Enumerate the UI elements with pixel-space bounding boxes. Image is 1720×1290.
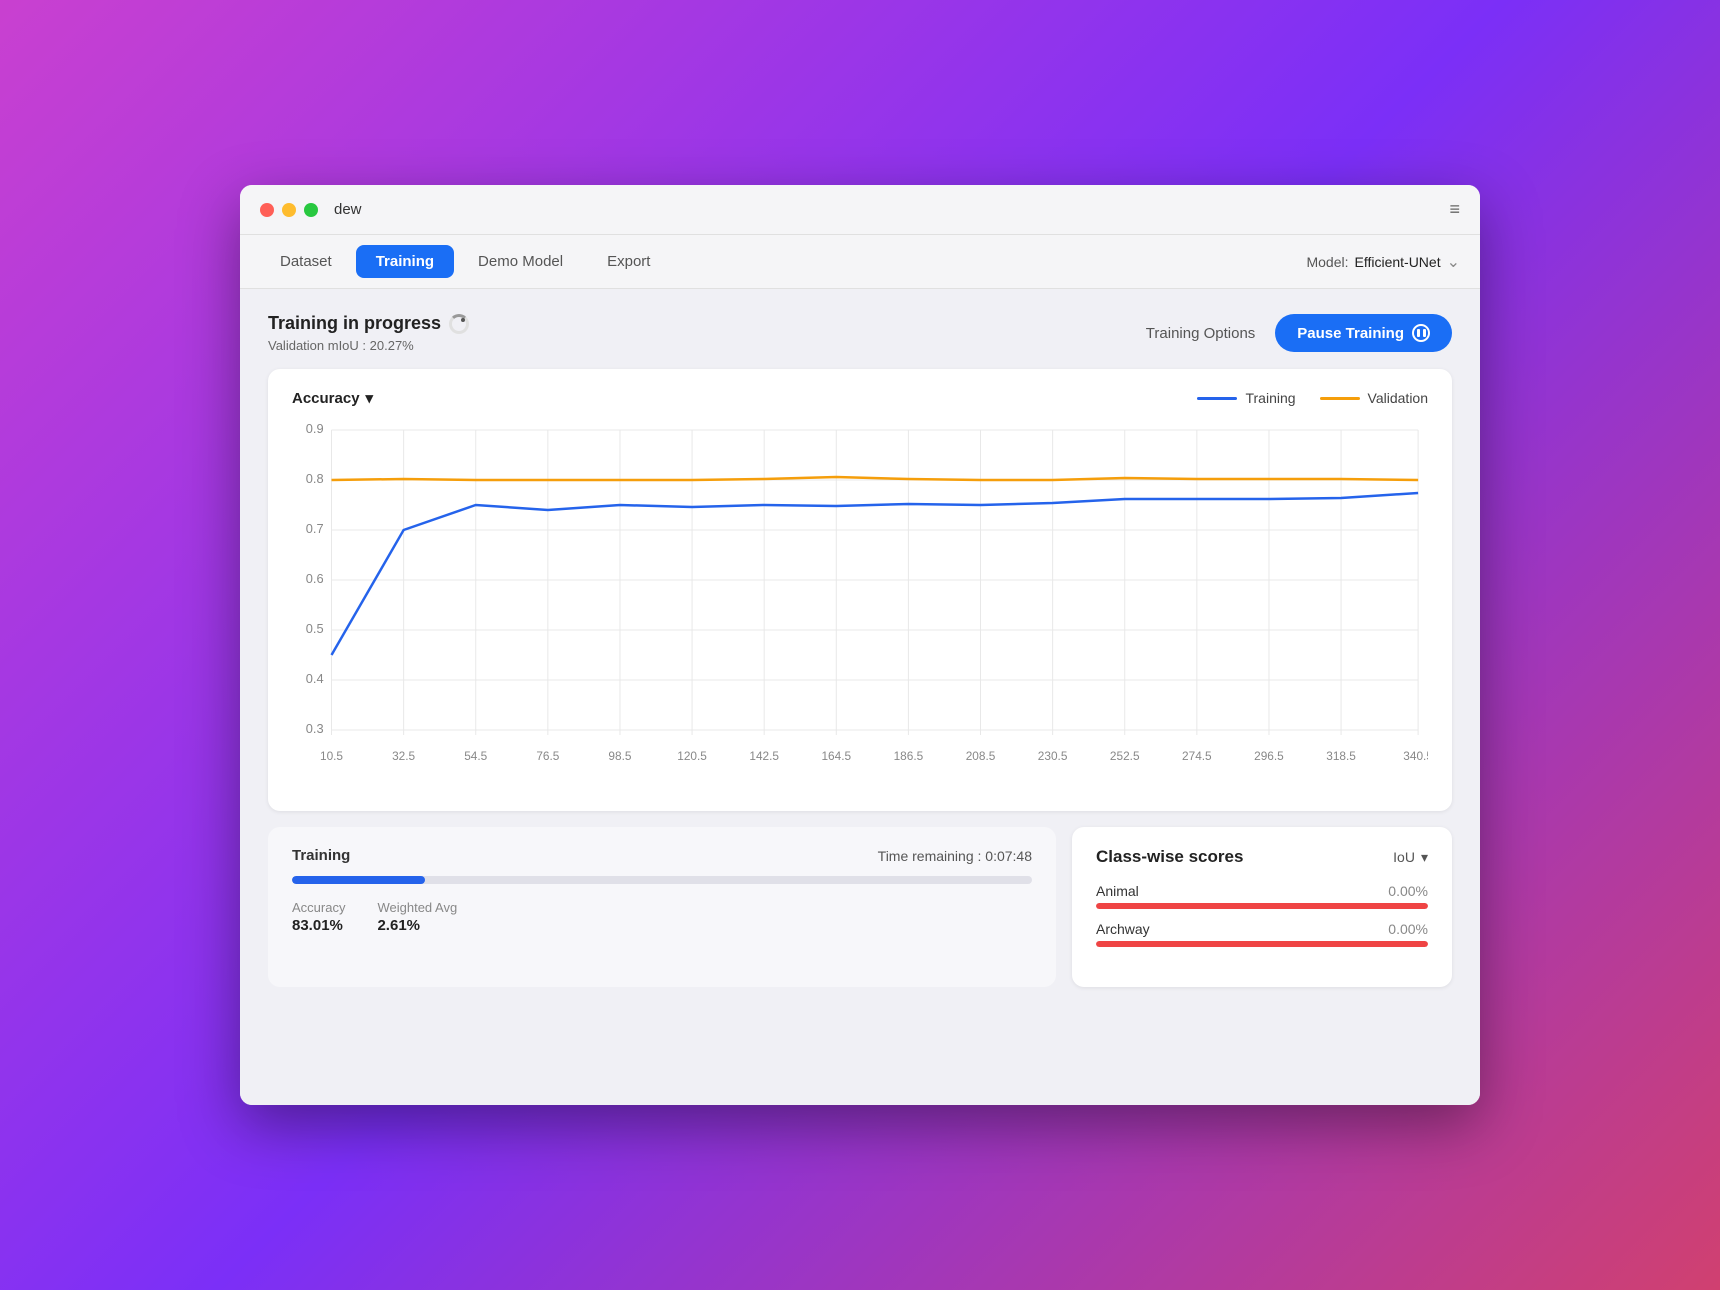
chevron-down-icon: ⌄ xyxy=(1447,252,1460,272)
time-remaining: Time remaining : 0:07:48 xyxy=(878,848,1032,864)
progress-label: Training xyxy=(292,847,350,864)
close-button[interactable] xyxy=(260,203,274,217)
bottom-section: Training Time remaining : 0:07:48 Accura… xyxy=(268,827,1452,987)
spinner-icon xyxy=(449,314,469,334)
main-content: Training in progress Validation mIoU : 2… xyxy=(240,289,1480,1105)
accuracy-chart: 0.9 0.8 0.7 0.6 0.5 0.4 0.3 xyxy=(292,415,1428,795)
model-name: Efficient-UNet xyxy=(1354,254,1440,270)
pause-training-button[interactable]: Pause Training xyxy=(1275,314,1452,352)
chevron-down-icon: ▾ xyxy=(366,389,374,407)
menu-icon[interactable]: ≡ xyxy=(1449,199,1460,220)
titlebar: dew ≡ xyxy=(240,185,1480,235)
app-window: dew ≡ Dataset Training Demo Model Export… xyxy=(240,185,1480,1105)
status-title: Training in progress xyxy=(268,313,469,334)
svg-text:98.5: 98.5 xyxy=(608,749,631,763)
scores-metric-selector[interactable]: IoU ▾ xyxy=(1393,849,1428,866)
chevron-down-icon: ▾ xyxy=(1421,849,1428,866)
training-line-icon xyxy=(1197,397,1237,400)
accuracy-metric: Accuracy 83.01% xyxy=(292,900,345,934)
svg-text:0.8: 0.8 xyxy=(306,471,324,486)
svg-text:0.4: 0.4 xyxy=(306,671,324,686)
legend-validation: Validation xyxy=(1320,390,1428,406)
model-selector[interactable]: Model: Efficient-UNet ⌄ xyxy=(1306,252,1460,272)
metrics-row: Accuracy 83.01% Weighted Avg 2.61% xyxy=(292,900,1032,934)
svg-text:120.5: 120.5 xyxy=(677,749,707,763)
score-row-archway: Archway 0.00% xyxy=(1096,921,1428,947)
status-row: Training in progress Validation mIoU : 2… xyxy=(268,313,1452,353)
svg-text:274.5: 274.5 xyxy=(1182,749,1212,763)
chart-area: 0.9 0.8 0.7 0.6 0.5 0.4 0.3 xyxy=(292,415,1428,795)
pause-bars xyxy=(1417,329,1426,337)
chart-legend: Training Validation xyxy=(1197,390,1428,406)
score-bar-fill-archway xyxy=(1096,941,1428,947)
weighted-avg-metric: Weighted Avg 2.61% xyxy=(377,900,457,934)
svg-text:76.5: 76.5 xyxy=(536,749,559,763)
status-subtitle: Validation mIoU : 20.27% xyxy=(268,338,469,353)
score-row-animal-header: Animal 0.00% xyxy=(1096,883,1428,899)
score-bar-fill-animal xyxy=(1096,903,1428,909)
tab-export[interactable]: Export xyxy=(587,245,670,278)
svg-text:164.5: 164.5 xyxy=(821,749,851,763)
scores-title: Class-wise scores xyxy=(1096,847,1243,867)
svg-text:318.5: 318.5 xyxy=(1326,749,1356,763)
scores-card: Class-wise scores IoU ▾ Animal 0.00% xyxy=(1072,827,1452,987)
progress-bar-fill xyxy=(292,876,425,884)
svg-text:0.6: 0.6 xyxy=(306,571,324,586)
status-left: Training in progress Validation mIoU : 2… xyxy=(268,313,469,353)
tab-demo-model[interactable]: Demo Model xyxy=(458,245,583,278)
pause-icon xyxy=(1412,324,1430,342)
svg-text:340.5: 340.5 xyxy=(1403,749,1428,763)
score-row-animal: Animal 0.00% xyxy=(1096,883,1428,909)
training-progress-card: Training Time remaining : 0:07:48 Accura… xyxy=(268,827,1056,987)
status-right: Training Options Pause Training xyxy=(1146,314,1452,352)
progress-bar-background xyxy=(292,876,1032,884)
score-value-archway: 0.00% xyxy=(1388,921,1428,937)
scores-header: Class-wise scores IoU ▾ xyxy=(1096,847,1428,867)
svg-text:296.5: 296.5 xyxy=(1254,749,1284,763)
svg-text:32.5: 32.5 xyxy=(392,749,415,763)
validation-line-icon xyxy=(1320,397,1360,400)
model-label: Model: xyxy=(1306,254,1348,270)
svg-text:0.7: 0.7 xyxy=(306,521,324,536)
app-title: dew xyxy=(334,201,362,218)
svg-text:54.5: 54.5 xyxy=(464,749,487,763)
score-bar-bg-archway xyxy=(1096,941,1428,947)
maximize-button[interactable] xyxy=(304,203,318,217)
score-name-archway: Archway xyxy=(1096,921,1150,937)
tab-dataset[interactable]: Dataset xyxy=(260,245,352,278)
svg-text:142.5: 142.5 xyxy=(749,749,779,763)
traffic-lights xyxy=(260,203,318,217)
score-bar-bg-animal xyxy=(1096,903,1428,909)
accuracy-value: 83.01% xyxy=(292,917,345,934)
svg-text:0.9: 0.9 xyxy=(306,421,324,436)
minimize-button[interactable] xyxy=(282,203,296,217)
score-row-archway-header: Archway 0.00% xyxy=(1096,921,1428,937)
svg-text:0.5: 0.5 xyxy=(306,621,324,636)
svg-text:0.3: 0.3 xyxy=(306,721,324,736)
legend-training: Training xyxy=(1197,390,1295,406)
chart-header: Accuracy ▾ Training Validation xyxy=(292,389,1428,407)
accuracy-label: Accuracy xyxy=(292,900,345,915)
svg-text:208.5: 208.5 xyxy=(966,749,996,763)
svg-text:186.5: 186.5 xyxy=(894,749,924,763)
training-options-button[interactable]: Training Options xyxy=(1146,325,1256,342)
svg-text:252.5: 252.5 xyxy=(1110,749,1140,763)
progress-header: Training Time remaining : 0:07:48 xyxy=(292,847,1032,864)
svg-text:10.5: 10.5 xyxy=(320,749,343,763)
score-value-animal: 0.00% xyxy=(1388,883,1428,899)
weighted-avg-label: Weighted Avg xyxy=(377,900,457,915)
tab-training[interactable]: Training xyxy=(356,245,454,278)
weighted-avg-value: 2.61% xyxy=(377,917,457,934)
accuracy-dropdown-button[interactable]: Accuracy ▾ xyxy=(292,389,373,407)
chart-container: Accuracy ▾ Training Validation xyxy=(268,369,1452,811)
svg-text:230.5: 230.5 xyxy=(1038,749,1068,763)
score-name-animal: Animal xyxy=(1096,883,1139,899)
navbar: Dataset Training Demo Model Export Model… xyxy=(240,235,1480,289)
